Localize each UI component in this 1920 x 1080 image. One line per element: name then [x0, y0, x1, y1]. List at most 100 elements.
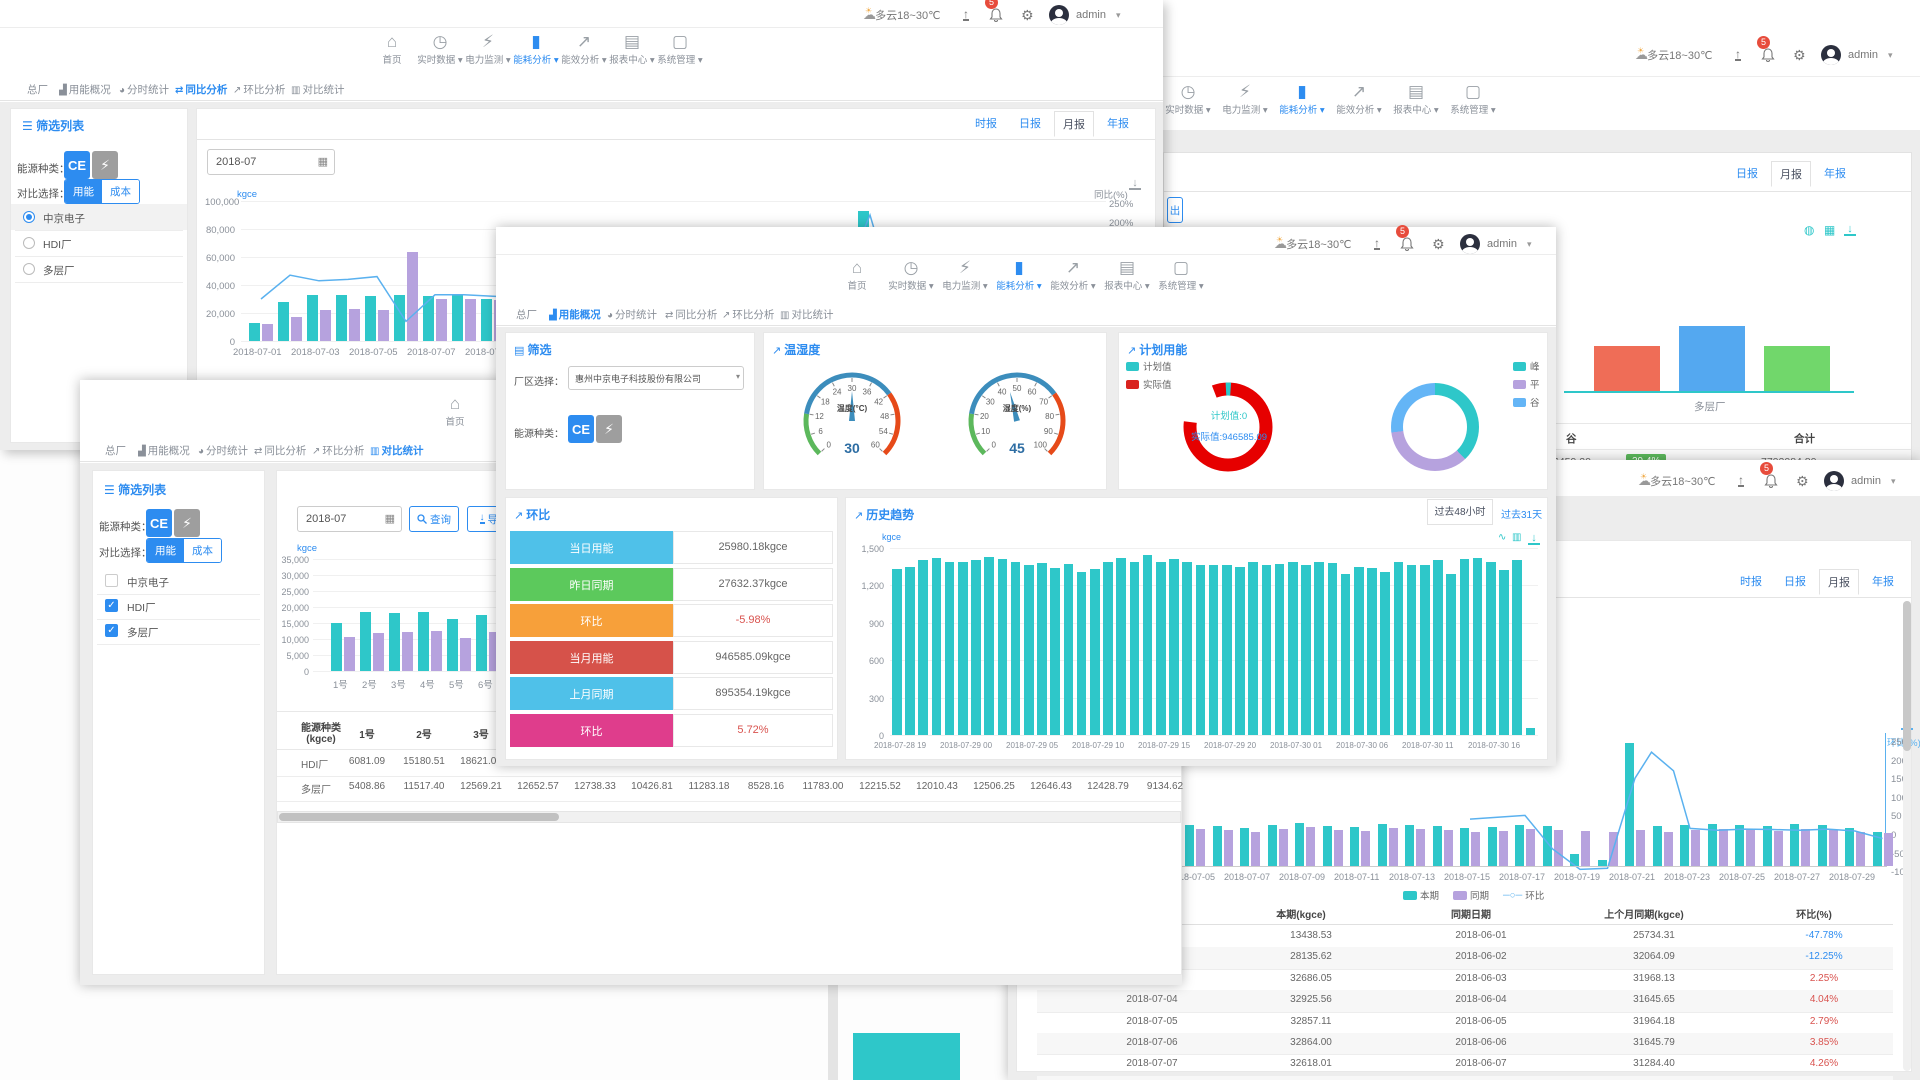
w4-query-button[interactable]: 查询 [409, 506, 459, 532]
grid-view-icon[interactable]: ▦ [1824, 223, 1835, 237]
upload-icon[interactable]: ↑ [1738, 468, 1744, 494]
subtab-6[interactable]: ▥对比统计 [291, 82, 344, 97]
download-icon[interactable]: ↓ [1129, 179, 1141, 190]
electric-energy-button[interactable]: ⚡ [92, 151, 118, 179]
admin-menu[interactable]: admin [1076, 2, 1106, 28]
notification-bell-icon[interactable]: 5 [1764, 468, 1778, 494]
wa-area-select[interactable]: 惠州中京电子科技股份有限公司▾ [568, 366, 744, 390]
admin-menu[interactable]: admin [1848, 42, 1878, 68]
subtab-2[interactable]: ▟用能概况 [59, 82, 111, 97]
w4-hscrollbar-thumb[interactable] [279, 813, 559, 821]
electric-energy-button[interactable]: ⚡ [174, 509, 200, 537]
settings-gear-icon[interactable]: ⚙ [1793, 42, 1806, 68]
settings-gear-icon[interactable]: ⚙ [1796, 468, 1809, 494]
plan-legend-item[interactable]: 计划值 [1126, 359, 1172, 373]
nav-item-home[interactable]: ⌂首页 [827, 258, 887, 292]
w3-table-row[interactable]: 2018-07-0632864.002018-06-0631645.793.85… [1037, 1033, 1893, 1054]
subtab-5[interactable]: ↗环比分析 [312, 443, 364, 458]
nav-item-trend[interactable]: ↗能效分析 ▾ [1329, 82, 1389, 116]
w4-nav-home[interactable]: ⌂首页 [425, 394, 485, 428]
history-tab-48h[interactable]: 过去48小时 [1427, 499, 1493, 525]
ce-energy-button[interactable]: CE [568, 415, 594, 443]
w1-tab-月报[interactable]: 月报 [1054, 111, 1094, 137]
weather-widget[interactable]: ☁☀多云18~30℃ [863, 2, 940, 28]
w4-plant-checkbox-row[interactable]: ✓多层厂 [93, 619, 264, 644]
subtab-1[interactable]: 总厂 [105, 443, 126, 458]
weather-widget[interactable]: ☁☀多云18~30℃ [1638, 468, 1715, 494]
nav-item-folder[interactable]: ▤报表中心 ▾ [1097, 258, 1157, 292]
use-toggle[interactable]: 用能 [147, 539, 184, 562]
nav-item-monitor[interactable]: ▢系统管理 ▾ [650, 32, 710, 66]
subtab-4[interactable]: ⇄同比分析 [665, 307, 717, 322]
w2-tab-月报[interactable]: 月报 [1771, 161, 1811, 187]
legend-item-line[interactable]: ─○─环比 [1503, 888, 1544, 902]
w1-tab-时报[interactable]: 时报 [966, 111, 1006, 135]
subtab-6[interactable]: ▥对比统计 [370, 443, 423, 458]
nav-item-trend[interactable]: ↗能效分析 ▾ [1043, 258, 1103, 292]
download-icon[interactable]: ↓ [1844, 225, 1856, 236]
ce-energy-button[interactable]: CE [64, 151, 90, 179]
w1-tab-日报[interactable]: 日报 [1010, 111, 1050, 135]
subtab-4[interactable]: ⇄同比分析 [175, 82, 227, 97]
subtab-2[interactable]: ▟用能概况 [549, 307, 601, 322]
user-avatar[interactable] [1049, 2, 1069, 28]
w3-scrollbar-thumb[interactable] [1903, 601, 1911, 751]
subtab-3[interactable]: ◕分时统计 [119, 82, 169, 97]
electric-energy-button[interactable]: ⚡ [596, 415, 622, 443]
w4-plant-checkbox-row[interactable]: ✓HDI厂 [93, 594, 264, 619]
subtab-5[interactable]: ↗环比分析 [722, 307, 774, 322]
subtab-3[interactable]: ◕分时统计 [607, 307, 657, 322]
w3-table-row[interactable]: 2018-07-0532857.112018-06-0531964.182.79… [1037, 1012, 1893, 1033]
history-tab-31d[interactable]: 过去31天 [1501, 506, 1542, 521]
w2-export-button-fragment[interactable]: 出 [1167, 197, 1183, 223]
weather-widget[interactable]: ☁☀多云18~30℃ [1635, 42, 1712, 68]
w4-date-input[interactable]: 2018-07▦ [297, 506, 402, 532]
w3-table-row[interactable]: 2018-07-0832457.742018-06-0830087.877.88… [1037, 1076, 1893, 1080]
nav-item-monitor[interactable]: ▢系统管理 ▾ [1151, 258, 1211, 292]
user-avatar[interactable] [1824, 468, 1844, 494]
cost-toggle[interactable]: 成本 [184, 539, 221, 562]
tou-legend-item[interactable]: 平 [1513, 377, 1540, 391]
w1-date-input[interactable]: 2018-07▦ [207, 149, 335, 175]
subtab-1[interactable]: 总厂 [516, 307, 537, 322]
upload-icon[interactable]: ↑ [1735, 42, 1741, 68]
upload-icon[interactable]: ↑ [963, 2, 969, 28]
tou-legend-item[interactable]: 峰 [1513, 359, 1540, 373]
subtab-1[interactable]: 总厂 [27, 82, 48, 97]
notification-bell-icon[interactable]: 5 [1761, 42, 1775, 68]
notification-bell-icon[interactable]: 5 [989, 2, 1003, 28]
subtab-4[interactable]: ⇄同比分析 [254, 443, 306, 458]
plan-legend-item[interactable]: 实际值 [1126, 377, 1172, 391]
admin-menu[interactable]: admin [1851, 468, 1881, 494]
nav-item-monitor[interactable]: ▢系统管理 ▾ [1443, 82, 1503, 116]
cost-toggle[interactable]: 成本 [102, 180, 139, 203]
subtab-2[interactable]: ▟用能概况 [138, 443, 190, 458]
bar-chart-icon[interactable]: ▥ [1512, 532, 1521, 543]
tou-legend-item[interactable]: 谷 [1513, 395, 1540, 409]
w1-plant-radio-row[interactable]: 多层厂 [11, 256, 187, 282]
w1-tab-年报[interactable]: 年报 [1098, 111, 1138, 135]
w3-table-row[interactable]: 2018-07-0432925.562018-06-0431645.654.04… [1037, 990, 1893, 1011]
nav-item-bolt[interactable]: ⚡电力监测 ▾ [1215, 82, 1275, 116]
w4-plant-checkbox-row[interactable]: 中京电子 [93, 569, 264, 594]
globe-icon[interactable]: ◍ [1804, 223, 1814, 237]
download-icon[interactable]: ↓ [1528, 534, 1540, 545]
subtab-5[interactable]: ↗环比分析 [233, 82, 285, 97]
ce-energy-button[interactable]: CE [146, 509, 172, 537]
subtab-3[interactable]: ◕分时统计 [198, 443, 248, 458]
w2-tab-年报[interactable]: 年报 [1815, 161, 1855, 185]
w1-plant-radio-row[interactable]: 中京电子 [11, 204, 187, 230]
settings-gear-icon[interactable]: ⚙ [1021, 2, 1034, 28]
use-toggle[interactable]: 用能 [65, 180, 102, 203]
user-avatar[interactable] [1821, 42, 1841, 68]
w2-tab-日报[interactable]: 日报 [1727, 161, 1767, 185]
nav-item-battery[interactable]: ▮能耗分析 ▾ [989, 258, 1049, 292]
nav-item-clock[interactable]: ◷实时数据 ▾ [881, 258, 941, 292]
nav-item-clock[interactable]: ◷实时数据 ▾ [1158, 82, 1218, 116]
w3-table-row[interactable]: 2018-07-0732618.012018-06-0731284.404.26… [1037, 1054, 1893, 1075]
legend-item[interactable]: 本期 [1403, 888, 1439, 902]
legend-item[interactable]: 同期 [1453, 888, 1489, 902]
w1-plant-radio-row[interactable]: HDI厂 [11, 230, 187, 256]
subtab-6[interactable]: ▥对比统计 [780, 307, 833, 322]
nav-item-folder[interactable]: ▤报表中心 ▾ [1386, 82, 1446, 116]
